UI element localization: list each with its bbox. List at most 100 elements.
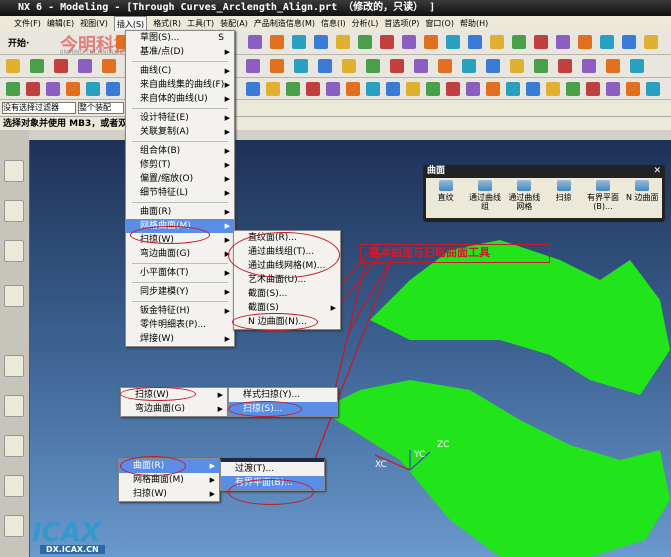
toolbar-icon[interactable] — [406, 82, 420, 96]
toolbar-icon[interactable] — [386, 82, 400, 96]
close-icon[interactable]: ✕ — [653, 165, 661, 177]
start-button[interactable]: 开始· — [8, 36, 29, 49]
menu-item[interactable]: 基准/点(D) ▶ — [126, 45, 234, 59]
toolbar-icon[interactable] — [446, 35, 460, 49]
toolbar-icon[interactable] — [438, 59, 452, 73]
toolbar-icon[interactable] — [556, 35, 570, 49]
resource-tab-icon[interactable] — [4, 355, 24, 377]
resource-tab-icon[interactable] — [4, 515, 24, 537]
toolbar-icon[interactable] — [578, 35, 592, 49]
toolbar-icon[interactable] — [366, 59, 380, 73]
toolbar-icon[interactable] — [6, 82, 20, 96]
resource-tab-icon[interactable] — [4, 475, 24, 497]
toolbar-icon[interactable] — [402, 35, 416, 49]
toolbar-icon[interactable] — [506, 82, 520, 96]
toolbar-icon[interactable] — [266, 82, 280, 96]
menu-item[interactable]: 弯边曲面(G) ▶ — [126, 247, 234, 261]
toolbar-icon[interactable] — [306, 82, 320, 96]
toolbar-icon[interactable] — [292, 35, 306, 49]
toolbar-icon[interactable] — [102, 59, 116, 73]
toolbar-icon[interactable] — [66, 82, 80, 96]
resource-tab-icon[interactable] — [4, 200, 24, 222]
menu-item[interactable]: 零件明细表(P)... — [126, 318, 234, 332]
resource-tab-icon[interactable] — [4, 240, 24, 262]
toolbar-icon[interactable] — [468, 35, 482, 49]
menu-item[interactable]: 小平面体(T) ▶ — [126, 266, 234, 280]
toolbar-icon[interactable] — [466, 82, 480, 96]
menu-item[interactable]: 偏置/缩放(O) ▶ — [126, 172, 234, 186]
menu-item[interactable]: 钣金特征(H) ▶ — [126, 304, 234, 318]
toolbar-icon[interactable] — [534, 59, 548, 73]
toolbar-icon[interactable] — [426, 82, 440, 96]
panel-button[interactable]: 通过曲线组 — [465, 178, 504, 218]
toolbar-icon[interactable] — [78, 59, 92, 73]
toolbar-icon[interactable] — [486, 82, 500, 96]
menu-item[interactable]: 焊接(W) ▶ — [126, 332, 234, 346]
toolbar-icon[interactable] — [582, 59, 596, 73]
toolbar-icon[interactable] — [646, 82, 660, 96]
toolbar-icon[interactable] — [346, 82, 360, 96]
menu-item[interactable]: 截面(S)... — [234, 287, 340, 301]
resource-tab-icon[interactable] — [4, 285, 24, 307]
resource-tab-icon[interactable] — [4, 395, 24, 417]
toolbar-icon[interactable] — [26, 82, 40, 96]
toolbar-icon[interactable] — [622, 35, 636, 49]
toolbar-icon[interactable] — [54, 59, 68, 73]
toolbar-icon[interactable] — [446, 82, 460, 96]
toolbar-icon[interactable] — [248, 35, 262, 49]
menu-item[interactable]: 来自体的曲线(U) ▶ — [126, 92, 234, 106]
panel-button[interactable]: 直纹 — [426, 178, 465, 218]
menu-item[interactable]: 弯边曲面(G) ▶ — [121, 402, 227, 416]
menu-item[interactable]: 网格曲面(M) ▶ — [119, 473, 219, 487]
toolbar-icon[interactable] — [30, 59, 44, 73]
menu-item[interactable]: 组合体(B) ▶ — [126, 144, 234, 158]
toolbar-icon[interactable] — [106, 82, 120, 96]
toolbar-icon[interactable] — [294, 59, 308, 73]
toolbar-icon[interactable] — [512, 35, 526, 49]
toolbar-icon[interactable] — [46, 82, 60, 96]
toolbar-icon[interactable] — [336, 35, 350, 49]
menu-item[interactable]: 过渡(T)... — [221, 462, 324, 476]
toolbar-icon[interactable] — [546, 82, 560, 96]
toolbar-icon[interactable] — [490, 35, 504, 49]
toolbar-icon[interactable] — [558, 59, 572, 73]
toolbar-icon[interactable] — [390, 59, 404, 73]
toolbar-icon[interactable] — [526, 82, 540, 96]
toolbar-icon[interactable] — [86, 82, 100, 96]
toolbar-icon[interactable] — [380, 35, 394, 49]
menu-item[interactable]: 曲线(C) ▶ — [126, 64, 234, 78]
toolbar-icon[interactable] — [606, 59, 620, 73]
toolbar-icon[interactable] — [626, 82, 640, 96]
toolbar-icon[interactable] — [366, 82, 380, 96]
toolbar-icon[interactable] — [286, 82, 300, 96]
toolbar-icon[interactable] — [600, 35, 614, 49]
menu-item[interactable]: 扫掠(W) ▶ — [119, 487, 219, 501]
panel-button[interactable]: N 边曲面 — [623, 178, 662, 218]
menu-item[interactable]: 修剪(T) ▶ — [126, 158, 234, 172]
selection-filter-select[interactable]: 没有选择过滤器 — [2, 102, 76, 114]
toolbar-icon[interactable] — [566, 82, 580, 96]
panel-button[interactable]: 扫掠 — [544, 178, 583, 218]
toolbar-icon[interactable] — [644, 35, 658, 49]
resource-tab-icon[interactable] — [4, 160, 24, 182]
menu-item[interactable]: 细节特征(L) ▶ — [126, 186, 234, 200]
toolbar-icon[interactable] — [246, 82, 260, 96]
menu-item[interactable]: 同步建模(Y) ▶ — [126, 285, 234, 299]
menu-item[interactable]: 草图(S)... S — [126, 31, 234, 45]
scope-select[interactable]: 整个装配 — [78, 102, 124, 114]
menu-item[interactable]: 曲面(R) ▶ — [126, 205, 234, 219]
menu-item[interactable]: 来自曲线集的曲线(F) ▶ — [126, 78, 234, 92]
toolbar-icon[interactable] — [424, 35, 438, 49]
toolbar-icon[interactable] — [326, 82, 340, 96]
toolbar-icon[interactable] — [586, 82, 600, 96]
toolbar-icon[interactable] — [318, 59, 332, 73]
toolbar-icon[interactable] — [606, 82, 620, 96]
toolbar-icon[interactable] — [342, 59, 356, 73]
menu-item[interactable]: 设计特征(E) ▶ — [126, 111, 234, 125]
toolbar-icon[interactable] — [414, 59, 428, 73]
toolbar-icon[interactable] — [486, 59, 500, 73]
toolbar-icon[interactable] — [270, 59, 284, 73]
toolbar-icon[interactable] — [246, 59, 260, 73]
toolbar-icon[interactable] — [630, 59, 644, 73]
toolbar-icon[interactable] — [270, 35, 284, 49]
